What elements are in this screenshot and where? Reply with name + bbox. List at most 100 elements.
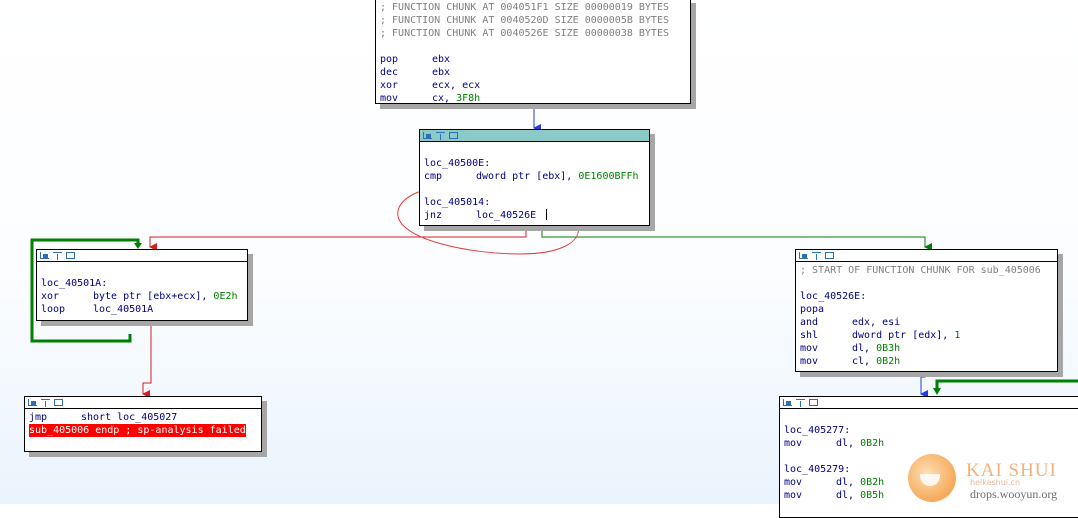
code-label[interactable]: loc_40501A: [41,277,107,290]
label-line: loc_405014: [424,196,645,209]
code-label[interactable]: loc_405277: [784,424,850,437]
block-title-bar[interactable] [420,130,649,142]
basic-block-top[interactable]: ; FUNCTION CHUNK AT 004051F1 SIZE 000000… [375,0,691,104]
mnemonic: mov [784,438,803,449]
edge-40526e-to-405277 [920,372,928,398]
block-code: jmp short loc_405027 sub_405006 endp ; sp-… [25,409,261,440]
code-label[interactable]: loc_405014: [424,196,490,209]
comment-text: ; FUNCTION CHUNK AT 0040520D SIZE 000000… [380,15,669,26]
mnemonic: shl [800,330,819,341]
window-icon[interactable] [825,252,834,259]
label-line: loc_40526E: [800,290,1053,303]
label-line: loc_405277: [784,424,1076,437]
block-code: loc_40500E: cmp dword ptr [ebx], 0E1600BFF… [420,142,649,225]
split-icon[interactable] [41,399,50,407]
basic-block-loc-40501a[interactable]: loc_40501A: xor byte ptr [ebx+ecx], 0E2h lo… [36,249,248,321]
operand: ebx [432,67,451,78]
mnemonic: mov [784,490,803,501]
operand: dl, [836,438,861,449]
instruction-line: popa [800,303,1053,316]
mnemonic: dec [380,67,399,78]
split-icon[interactable] [812,252,821,260]
graph-icon[interactable] [783,399,792,406]
graph-icon[interactable] [423,132,432,139]
code-label[interactable]: loc_40500E: [424,157,490,170]
edge-40501a-to-jmp [142,321,152,398]
basic-block-jmp[interactable]: jmp short loc_405027 sub_405006 endp ; sp-… [24,396,262,452]
operand: dword ptr [edx], [852,330,955,341]
code-label[interactable]: loc_40526E: [800,290,866,303]
numeric-literal: 1 [954,330,961,341]
instruction-line: mov cl, 0B2h [800,355,1053,368]
split-icon[interactable] [436,132,445,140]
instruction-line: xor byte ptr [ebx+ecx], 0E2h [41,290,243,303]
code-label[interactable]: loc_405279: [784,463,850,476]
instruction-line: jnz loc_40526E [424,209,645,222]
basic-block-loc-40526e[interactable]: ; START OF FUNCTION CHUNK FOR sub_405006… [795,249,1058,372]
watermark: KAI SHUI heikeshui.cn drops.wooyun.org [906,452,1078,504]
mnemonic: jmp [29,412,48,423]
watermark-site: drops.wooyun.org [970,487,1058,501]
block-code: ; START OF FUNCTION CHUNK FOR sub_405006… [796,262,1057,371]
block-title-bar[interactable] [37,250,247,262]
block-title-bar[interactable] [25,397,261,409]
instruction-line: mov cx, 3F8h [380,92,686,105]
window-icon[interactable] [54,399,63,406]
numeric-literal: 0E1600BFFh [578,171,639,182]
split-icon[interactable] [796,399,805,407]
block-code: ; FUNCTION CHUNK AT 004051F1 SIZE 000000… [376,0,690,108]
mnemonic: cmp [424,171,443,182]
instruction-line: xor ecx, ecx [380,79,686,92]
numeric-literal: 3F8h [456,93,481,104]
operand: loc_40526E [476,210,537,221]
operand: cl, [852,356,877,367]
graph-icon[interactable] [28,399,37,406]
edge-incoming-right [935,379,1078,390]
graph-icon[interactable] [799,252,808,259]
operand: dword ptr [ebx], [476,171,579,182]
instruction-line: mov dl, 0B3h [800,342,1053,355]
numeric-literal: 0B2h [860,477,885,488]
mnemonic: mov [800,356,819,367]
operand: byte ptr [ebx+ecx], [93,291,214,302]
operand: dl, [836,477,861,488]
instruction-line: jmp short loc_405027 [29,411,257,424]
watermark-sub: heikeshui.cn [970,478,1021,487]
comment-line: ; START OF FUNCTION CHUNK FOR sub_405006 [800,264,1053,277]
block-title-bar[interactable] [796,250,1057,262]
mnemonic: mov [380,93,399,104]
operand: cx, [432,93,457,104]
window-icon[interactable] [66,252,75,259]
numeric-literal: 0B2h [860,438,885,449]
instruction-line: and edx, esi [800,316,1053,329]
text-cursor [546,209,548,220]
block-title-bar[interactable] [780,397,1078,409]
mnemonic: mov [800,343,819,354]
comment-text: ; START OF FUNCTION CHUNK FOR sub_405006 [800,265,1041,276]
operand: dl, [852,343,877,354]
numeric-literal: 0B3h [876,343,901,354]
numeric-literal: 0B5h [860,490,885,501]
basic-block-loc-40500e[interactable]: loc_40500E: cmp dword ptr [ebx], 0E1600BFF… [419,129,650,226]
window-icon[interactable] [809,399,818,406]
comment-text: ; FUNCTION CHUNK AT 0040526E SIZE 000000… [380,28,669,39]
block-code: loc_40501A: xor byte ptr [ebx+ecx], 0E2h lo… [37,262,247,319]
highlight-line: sub_405006 endp ; sp-analysis failed [29,424,257,437]
operand: short loc_405027 [81,412,178,423]
mnemonic: mov [784,477,803,488]
window-icon[interactable] [449,132,458,139]
comment-line: ; FUNCTION CHUNK AT 0040526E SIZE 000000… [380,27,686,40]
split-icon[interactable] [53,252,62,260]
mnemonic: loop [41,304,66,315]
comment-line: ; FUNCTION CHUNK AT 004051F1 SIZE 000000… [380,1,686,14]
comment-line: ; FUNCTION CHUNK AT 0040520D SIZE 000000… [380,14,686,27]
graph-icon[interactable] [40,252,49,259]
instruction-line: loop loc_40501A [41,303,243,316]
operand: dl, [836,490,861,501]
